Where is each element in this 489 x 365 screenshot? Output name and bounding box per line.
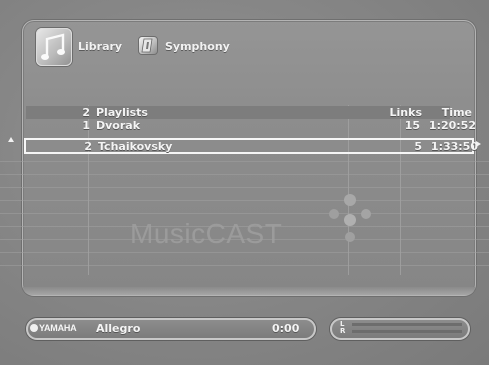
row-number: 2 [84,140,92,153]
meter-label-right: R [340,327,346,335]
yamaha-emblem-icon [30,324,38,332]
row-number: 1 [82,119,90,132]
grid-row-line [0,200,489,201]
table-row[interactable]: 1 Dvorak 15 1:20:52 [26,119,476,132]
row-name: Dvorak [96,119,141,132]
scroll-right-arrow-icon[interactable] [476,141,481,147]
meter-bar-right [352,330,462,333]
row-time: 1:33:50 [430,140,478,153]
panel-bottom-edge [23,287,475,295]
breadcrumb-library[interactable]: Library [78,40,122,53]
grid-row-line [0,174,489,175]
row-links: 15 [404,119,420,132]
column-header-time: Time [441,106,472,119]
grid-row-line [0,265,489,266]
row-links: 5 [414,140,422,153]
row-name: Tchaikovsky [98,140,173,153]
album-icon [139,37,157,54]
musiccast-watermark: MusicCAST [130,218,283,249]
table-header: 2 Playlists Links Time [26,106,472,119]
grid-row-line [0,187,489,188]
brand-label: YAMAHA [39,323,77,333]
meter-channel-labels: L R [340,321,345,335]
column-header-playlists: Playlists [96,106,148,119]
scroll-up-arrow-icon[interactable] [8,137,14,142]
meter-bar-left [352,323,462,326]
grid-row-line [0,213,489,214]
music-note-icon [36,28,72,66]
row-time: 1:20:52 [428,119,476,132]
elapsed-time: 0:00 [272,322,300,335]
grid-row-line [0,161,489,162]
playlist-count: 2 [82,106,90,119]
musiccast-logo-dots-icon [329,194,371,242]
table-row-selected[interactable]: 2 Tchaikovsky 5 1:33:50 [24,138,478,154]
breadcrumb-symphony[interactable]: Symphony [165,40,230,53]
grid-row-line [0,252,489,253]
yamaha-logo: YAMAHA [30,323,77,333]
level-meter [330,318,470,340]
now-playing-track: Allegro [96,322,141,335]
column-header-links: Links [389,106,422,119]
